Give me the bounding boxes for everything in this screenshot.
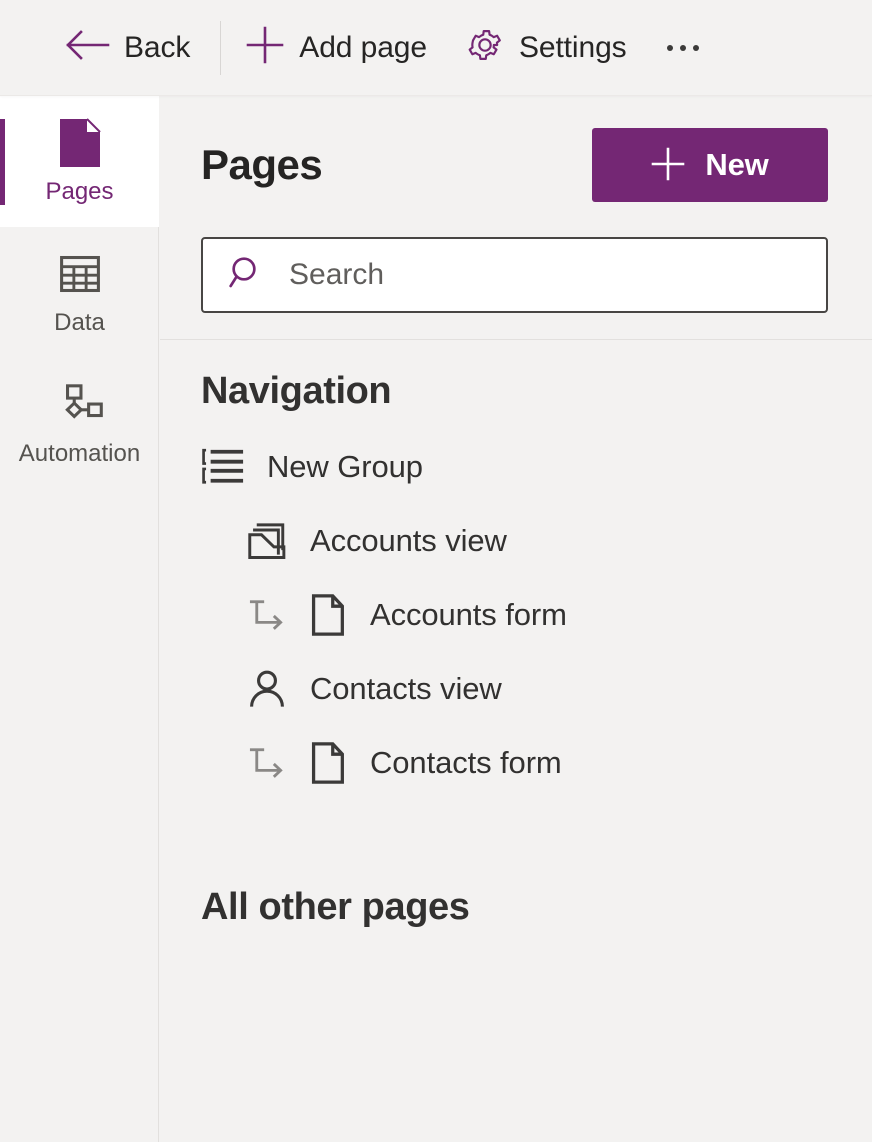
- sub-item-arrow-icon: [244, 597, 290, 633]
- page-outline-icon: [304, 592, 350, 638]
- back-label: Back: [124, 30, 191, 64]
- gear-icon: [465, 25, 505, 70]
- command-bar: Back Add page Settings: [0, 0, 872, 96]
- search-input[interactable]: [287, 239, 802, 311]
- tree-label: Accounts form: [370, 597, 567, 632]
- flow-icon: [55, 381, 105, 429]
- tree-label: Accounts view: [310, 523, 507, 558]
- tree-label: Contacts view: [310, 671, 502, 706]
- person-icon: [244, 667, 290, 711]
- add-page-button[interactable]: Add page: [235, 18, 437, 78]
- ellipsis-icon[interactable]: [655, 20, 711, 76]
- add-page-label: Add page: [299, 30, 427, 64]
- rail-item-pages[interactable]: Pages: [0, 96, 159, 227]
- plus-icon: [245, 25, 285, 70]
- search-container: [160, 202, 872, 313]
- tree-item-new-group[interactable]: New Group: [160, 430, 872, 504]
- rail-label-data: Data: [54, 309, 105, 336]
- plus-icon: [651, 147, 685, 184]
- all-other-pages-heading: All other pages: [201, 886, 470, 928]
- search-icon: [227, 253, 267, 298]
- group-icon: [201, 446, 247, 488]
- rail-item-automation[interactable]: Automation: [0, 358, 159, 489]
- arrow-left-icon: [64, 28, 110, 67]
- tree-item-accounts-view[interactable]: Accounts view: [160, 504, 872, 578]
- tree-label: New Group: [267, 449, 423, 484]
- panel-header: Pages New: [160, 96, 872, 202]
- back-button[interactable]: Back: [54, 18, 200, 78]
- command-bar-separator: [220, 20, 222, 75]
- page-title: Pages: [201, 141, 323, 188]
- page-icon: [57, 118, 103, 167]
- search-box[interactable]: [201, 237, 828, 313]
- tree-label: Contacts form: [370, 745, 562, 780]
- tree-item-contacts-view[interactable]: Contacts view: [160, 652, 872, 726]
- app-root: Back Add page Settings Pages Data Automa…: [0, 0, 872, 1142]
- ellipsis-dot: [666, 44, 673, 51]
- settings-label: Settings: [518, 30, 627, 64]
- navigation-tree: New Group Accounts view Accounts form Co…: [160, 410, 872, 800]
- ellipsis-dot: [692, 44, 699, 51]
- rail-item-data[interactable]: Data: [0, 227, 159, 358]
- table-icon: [57, 250, 103, 298]
- sub-item-arrow-icon: [244, 745, 290, 781]
- view-cards-icon: [244, 519, 290, 563]
- new-button[interactable]: New: [592, 128, 828, 202]
- ellipsis-dot: [679, 44, 686, 51]
- page-outline-icon: [304, 740, 350, 786]
- tree-item-contacts-form[interactable]: Contacts form: [160, 726, 872, 800]
- rail-label-pages: Pages: [45, 178, 114, 205]
- navigation-heading: Navigation: [201, 370, 392, 412]
- new-button-label: New: [705, 147, 769, 182]
- pages-panel: Pages New Search Navigation New Group Ac…: [160, 96, 872, 1142]
- rail-label-automation: Automation: [18, 440, 141, 467]
- left-rail: Pages Data Automation: [0, 96, 159, 1142]
- tree-item-accounts-form[interactable]: Accounts form: [160, 578, 872, 652]
- settings-button[interactable]: Settings: [455, 18, 637, 78]
